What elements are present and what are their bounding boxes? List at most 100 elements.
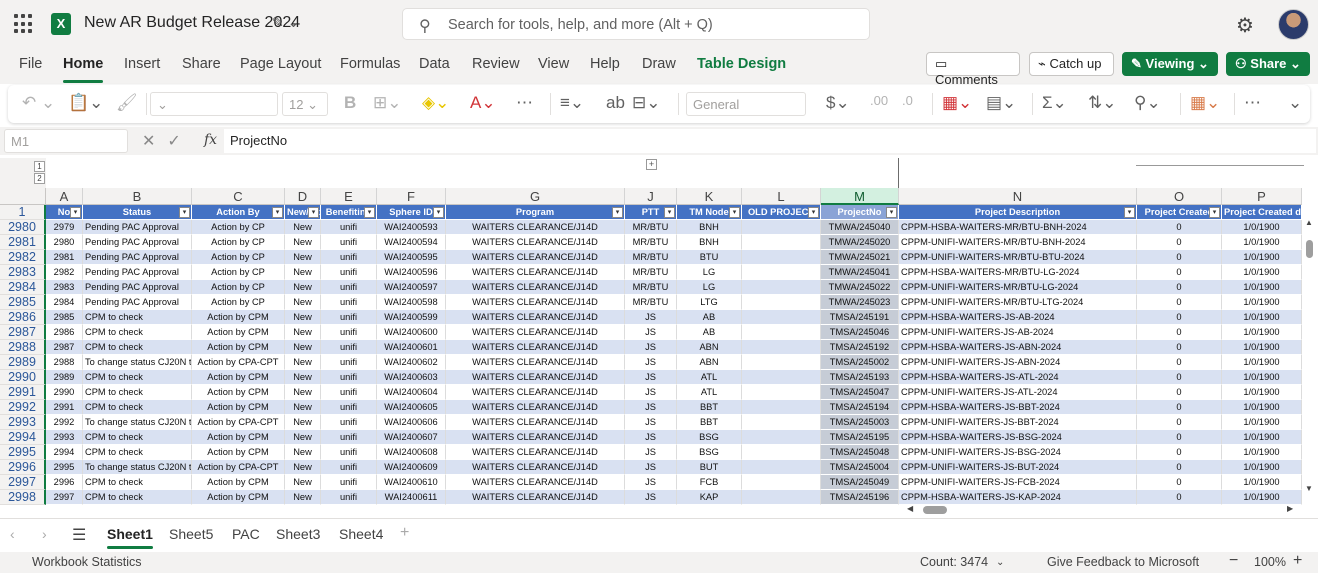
tab-review[interactable]: Review xyxy=(472,56,520,72)
table-cell[interactable]: 1/0/1900 xyxy=(1222,385,1302,400)
sheet-tab-sheet4[interactable]: Sheet4 xyxy=(339,526,383,542)
table-cell[interactable]: 1/0/1900 xyxy=(1222,445,1302,460)
table-cell[interactable]: New xyxy=(285,265,321,280)
filter-dropdown-icon[interactable]: ▾ xyxy=(364,207,375,218)
table-cell[interactable]: Action by CP xyxy=(192,235,285,250)
column-header-c[interactable]: C xyxy=(192,188,285,205)
horizontal-scrollbar[interactable]: ◀ ▶ xyxy=(901,503,1301,517)
table-cell[interactable]: ABN xyxy=(677,340,742,355)
table-cell[interactable]: ATL xyxy=(677,385,742,400)
table-cell[interactable]: New xyxy=(285,235,321,250)
table-header-cell[interactable]: Project Created ▾ xyxy=(1137,205,1222,220)
fx-icon[interactable]: fx xyxy=(204,132,217,148)
filter-dropdown-icon[interactable]: ▾ xyxy=(1124,207,1135,218)
table-cell[interactable]: unifi xyxy=(321,460,377,475)
more-icon[interactable]: ⋯ xyxy=(516,93,533,113)
table-cell[interactable]: WAITERS CLEARANCE/J14D xyxy=(446,475,625,490)
table-cell[interactable] xyxy=(742,430,821,445)
table-cell[interactable]: To change status CJ20N t xyxy=(83,460,192,475)
sheet-tab-sheet5[interactable]: Sheet5 xyxy=(169,526,213,542)
table-cell[interactable] xyxy=(742,490,821,505)
table-cell[interactable]: Action by CPM xyxy=(192,340,285,355)
table-cell[interactable]: Pending PAC Approval xyxy=(83,250,192,265)
table-cell[interactable]: WAITERS CLEARANCE/J14D xyxy=(446,400,625,415)
table-cell[interactable]: TMWA/245021 xyxy=(821,250,899,265)
row-header[interactable]: 2996 xyxy=(0,460,46,475)
table-header-cell[interactable]: PTT ▾ xyxy=(625,205,677,220)
table-header-cell[interactable]: Benefiting ▾ xyxy=(321,205,377,220)
table-cell[interactable]: 1/0/1900 xyxy=(1222,280,1302,295)
table-cell[interactable]: WAITERS CLEARANCE/J14D xyxy=(446,250,625,265)
table-cell[interactable]: 1/0/1900 xyxy=(1222,220,1302,235)
table-cell[interactable]: 0 xyxy=(1137,415,1222,430)
table-cell[interactable]: 2997 xyxy=(46,490,83,505)
table-cell[interactable]: Action by CP xyxy=(192,265,285,280)
table-cell[interactable]: CPM to check xyxy=(83,385,192,400)
table-cell[interactable]: 2984 xyxy=(46,295,83,310)
table-cell[interactable]: New xyxy=(285,370,321,385)
table-cell[interactable]: WAITERS CLEARANCE/J14D xyxy=(446,445,625,460)
table-cell[interactable]: ABN xyxy=(677,355,742,370)
column-header-o[interactable]: O xyxy=(1137,188,1222,205)
row-header[interactable]: 2998 xyxy=(0,490,46,505)
table-cell[interactable]: 0 xyxy=(1137,475,1222,490)
tab-file[interactable]: File xyxy=(19,56,42,72)
table-cell[interactable]: TMWA/245023 xyxy=(821,295,899,310)
table-cell[interactable]: Action by CPA-CPT xyxy=(192,355,285,370)
table-cell[interactable]: WAI2400607 xyxy=(377,430,446,445)
table-cell[interactable]: unifi xyxy=(321,220,377,235)
table-header-cell[interactable]: Program ▾ xyxy=(446,205,625,220)
table-cell[interactable]: WAI2400604 xyxy=(377,385,446,400)
table-cell[interactable]: New xyxy=(285,250,321,265)
table-cell[interactable]: WAI2400609 xyxy=(377,460,446,475)
sheet-tab-sheet3[interactable]: Sheet3 xyxy=(276,526,320,542)
table-cell[interactable]: unifi xyxy=(321,370,377,385)
table-cell[interactable]: MR/BTU xyxy=(625,295,677,310)
filter-dropdown-icon[interactable]: ▾ xyxy=(729,207,740,218)
table-cell[interactable]: TMSA/245192 xyxy=(821,340,899,355)
undo-icon[interactable]: ↶ ⌄ xyxy=(22,93,55,113)
table-cell[interactable]: 0 xyxy=(1137,250,1222,265)
filter-dropdown-icon[interactable]: ▾ xyxy=(179,207,190,218)
table-cell[interactable]: 2993 xyxy=(46,430,83,445)
column-header-e[interactable]: E xyxy=(321,188,377,205)
table-cell[interactable]: WAI2400608 xyxy=(377,445,446,460)
table-cell[interactable]: WAI2400599 xyxy=(377,310,446,325)
sum-icon[interactable]: Σ⌄ xyxy=(1042,93,1067,113)
formula-input[interactable]: ProjectNo xyxy=(224,129,1316,153)
table-cell[interactable]: unifi xyxy=(321,325,377,340)
conditional-format-icon[interactable]: ▦⌄ xyxy=(942,93,972,113)
table-cell[interactable]: 0 xyxy=(1137,385,1222,400)
table-cell[interactable]: 2988 xyxy=(46,355,83,370)
table-cell[interactable]: 1/0/1900 xyxy=(1222,340,1302,355)
table-cell[interactable]: TMSA/245004 xyxy=(821,460,899,475)
find-icon[interactable]: ⚲⌄ xyxy=(1134,93,1161,113)
table-cell[interactable]: 2996 xyxy=(46,475,83,490)
row-header[interactable]: 2988 xyxy=(0,340,46,355)
document-title[interactable]: New AR Budget Release 2024 xyxy=(84,14,300,32)
table-header-cell[interactable]: New/Ex ▾ xyxy=(285,205,321,220)
table-cell[interactable]: 1/0/1900 xyxy=(1222,370,1302,385)
column-header-a[interactable]: A xyxy=(46,188,83,205)
scroll-right-icon[interactable]: ▶ xyxy=(1287,504,1293,513)
table-cell[interactable]: CPPM-UNIFI-WAITERS-MR/BTU-BNH-2024 xyxy=(899,235,1137,250)
table-cell[interactable]: TMSA/245194 xyxy=(821,400,899,415)
table-cell[interactable]: TMSA/245049 xyxy=(821,475,899,490)
row-header[interactable]: 2987 xyxy=(0,325,46,340)
table-header-cell[interactable]: Sphere ID ▾ xyxy=(377,205,446,220)
table-cell[interactable]: 2985 xyxy=(46,310,83,325)
table-cell[interactable] xyxy=(742,265,821,280)
table-cell[interactable]: TMSA/245196 xyxy=(821,490,899,505)
merge-icon[interactable]: ⊟⌄ xyxy=(632,93,661,113)
filter-dropdown-icon[interactable]: ▾ xyxy=(886,207,897,218)
table-cell[interactable]: WAI2400595 xyxy=(377,250,446,265)
row-header[interactable]: 2984 xyxy=(0,280,46,295)
table-cell[interactable]: Action by CPM xyxy=(192,400,285,415)
column-header-k[interactable]: K xyxy=(677,188,742,205)
table-cell[interactable] xyxy=(742,400,821,415)
table-cell[interactable]: WAITERS CLEARANCE/J14D xyxy=(446,340,625,355)
avatar[interactable] xyxy=(1278,9,1309,40)
table-cell[interactable]: BSG xyxy=(677,445,742,460)
tab-data[interactable]: Data xyxy=(419,56,450,72)
table-cell[interactable]: New xyxy=(285,490,321,505)
